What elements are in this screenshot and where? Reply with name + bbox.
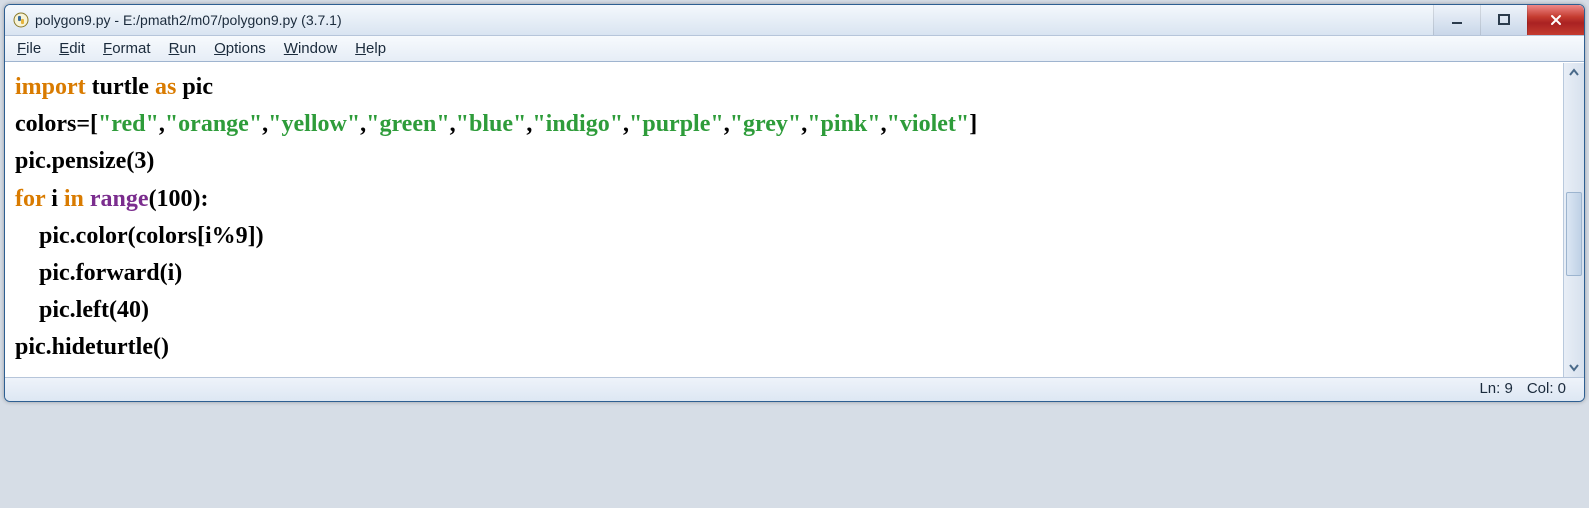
kw-import: import — [15, 74, 86, 100]
menu-edit[interactable]: Edit — [59, 40, 85, 57]
close-icon — [1549, 13, 1563, 27]
close-button[interactable] — [1527, 5, 1584, 35]
minimize-icon — [1451, 14, 1463, 26]
title-left: polygon9.py - E:/pmath2/m07/polygon9.py … — [13, 12, 342, 28]
menu-bar: File Edit Format Run Options Window Help — [5, 36, 1584, 62]
kw-in: in — [64, 186, 84, 212]
scroll-track[interactable] — [1566, 83, 1582, 357]
scroll-down-button[interactable] — [1564, 357, 1584, 377]
menu-window[interactable]: Window — [284, 40, 337, 57]
status-bar: Ln: 9 Col: 0 — [5, 377, 1584, 401]
menu-run[interactable]: Run — [169, 40, 197, 57]
kw-as: as — [155, 74, 176, 100]
menu-format[interactable]: Format — [103, 40, 151, 57]
maximize-button[interactable] — [1480, 5, 1527, 35]
idle-window: polygon9.py - E:/pmath2/m07/polygon9.py … — [4, 4, 1585, 402]
chevron-down-icon — [1569, 362, 1579, 372]
scroll-up-button[interactable] — [1564, 63, 1584, 83]
status-column: Col: 0 — [1527, 380, 1566, 397]
builtin-range: range — [90, 186, 149, 212]
menu-options[interactable]: Options — [214, 40, 266, 57]
python-idle-icon — [13, 12, 29, 28]
kw-for: for — [15, 186, 45, 212]
minimize-button[interactable] — [1433, 5, 1480, 35]
status-line: Ln: 9 — [1479, 380, 1512, 397]
editor-area: import turtle as pic colors=["red","oran… — [5, 62, 1584, 377]
maximize-icon — [1498, 14, 1510, 26]
vertical-scrollbar[interactable] — [1563, 63, 1584, 377]
window-title: polygon9.py - E:/pmath2/m07/polygon9.py … — [35, 12, 342, 28]
window-buttons — [1433, 5, 1584, 35]
menu-help[interactable]: Help — [355, 40, 386, 57]
code-editor[interactable]: import turtle as pic colors=["red","oran… — [5, 63, 1563, 377]
scroll-thumb[interactable] — [1566, 192, 1582, 276]
menu-file[interactable]: File — [17, 40, 41, 57]
chevron-up-icon — [1569, 68, 1579, 78]
title-bar[interactable]: polygon9.py - E:/pmath2/m07/polygon9.py … — [5, 5, 1584, 36]
